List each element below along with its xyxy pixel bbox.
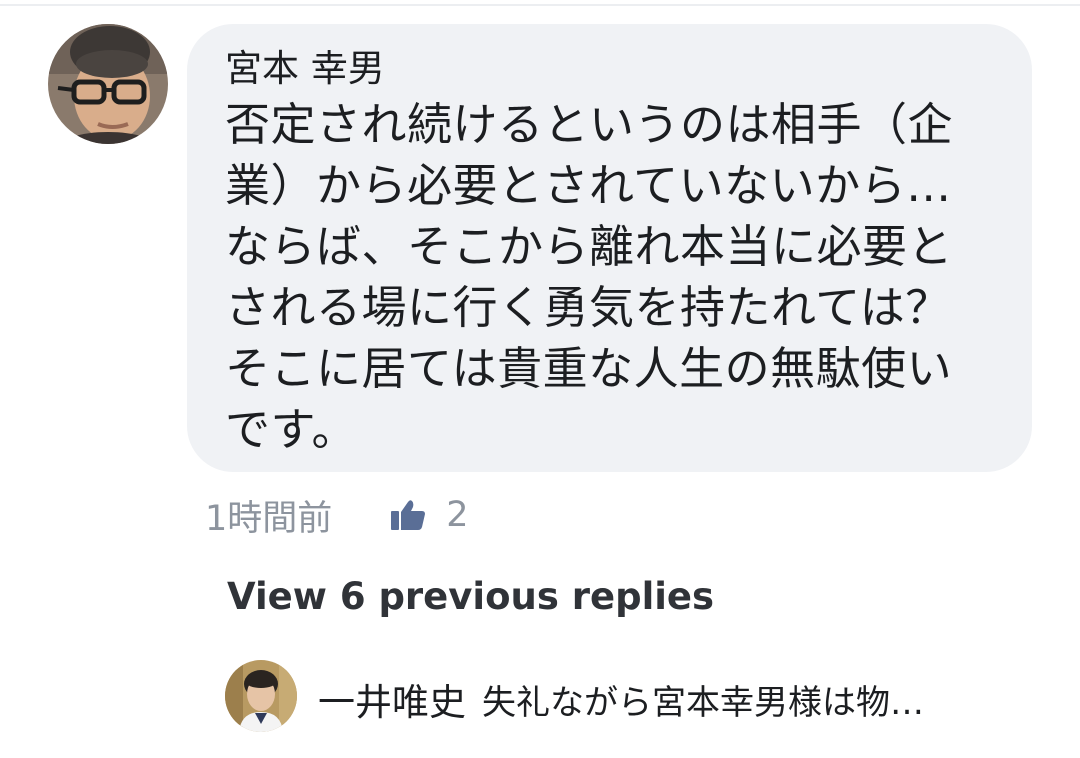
comment-timestamp[interactable]: 1時間前 [205,490,332,541]
reply-preview-row[interactable]: 一井唯史 失礼ながら宮本幸男様は物… [318,672,924,726]
comment-text: 否定され続けるというのは相手（企 業）から必要とされていないから… ならば、そこ… [225,98,954,456]
thumbs-up-icon [391,500,426,530]
like-reaction[interactable]: 2 [390,495,469,535]
reply-author-name[interactable]: 一井唯史 [318,672,466,726]
like-count: 2 [446,495,469,535]
reply-preview-text: 失礼ながら宮本幸男様は物… [482,682,924,723]
reply-avatar[interactable] [225,660,297,732]
comment-author-name[interactable]: 宮本 幸男 [225,46,1012,92]
comment-thread: 宮本 幸男 否定され続けるというのは相手（企 業）から必要とされていないから… … [0,0,1080,758]
comment-bubble: 宮本 幸男 否定され続けるというのは相手（企 業）から必要とされていないから… … [187,24,1032,472]
view-previous-replies-link[interactable]: View 6 previous replies [227,575,714,618]
avatar[interactable] [48,24,168,144]
comment-meta: 1時間前 2 [205,490,469,540]
user-avatar-icon [225,660,297,732]
divider [0,4,1080,6]
user-avatar-icon [48,24,168,144]
